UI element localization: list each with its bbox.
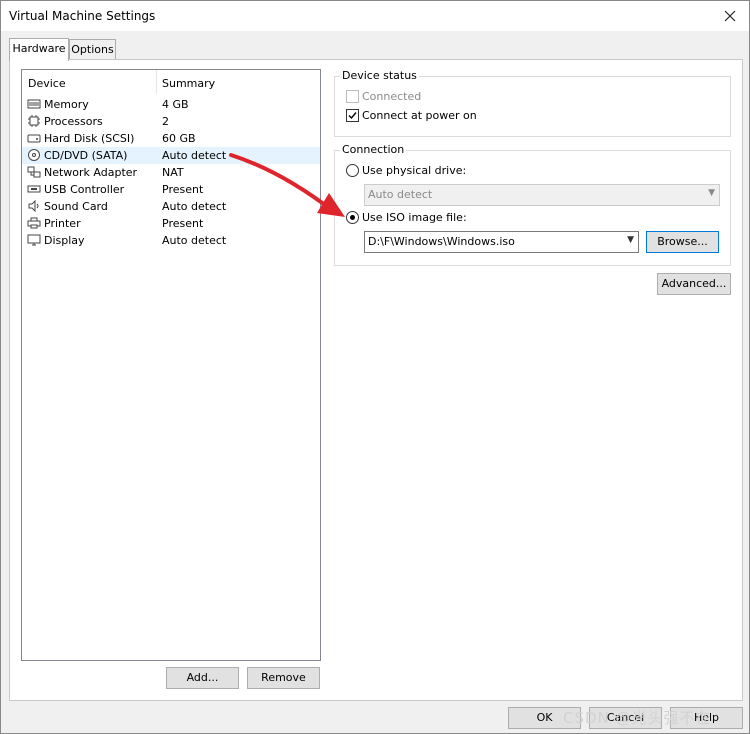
- device-name: Network Adapter: [44, 166, 138, 179]
- iso-path-input[interactable]: D:\F\Windows\Windows.iso ▼: [364, 231, 639, 253]
- title-bar: Virtual Machine Settings: [1, 1, 749, 31]
- hard-disk-icon: [27, 134, 41, 143]
- connect-at-power-on-label: Connect at power on: [362, 109, 477, 122]
- device-name: Display: [44, 234, 85, 247]
- device-name: Printer: [44, 217, 81, 230]
- column-header-summary[interactable]: Summary: [162, 77, 215, 90]
- cd-dvd-icon: [28, 149, 40, 161]
- sound-card-icon: [28, 200, 39, 212]
- connected-label: Connected: [362, 90, 422, 103]
- watermark-text: CSDN @光头强不在: [563, 709, 712, 727]
- iso-image-label: Use ISO image file:: [362, 211, 467, 224]
- device-summary: Present: [162, 183, 204, 196]
- device-name: USB Controller: [44, 183, 125, 196]
- device-name: Memory: [44, 98, 89, 111]
- physical-drive-value: Auto detect: [368, 188, 433, 201]
- device-summary: Auto detect: [162, 149, 227, 162]
- chevron-down-icon[interactable]: ▼: [627, 235, 634, 245]
- remove-device-button[interactable]: Remove: [247, 667, 320, 689]
- connected-checkbox[interactable]: [346, 90, 359, 103]
- annotation-arrow-icon: [229, 153, 345, 217]
- device-summary: Auto detect: [162, 234, 227, 247]
- tab-hardware[interactable]: Hardware: [9, 38, 69, 61]
- column-divider[interactable]: [156, 70, 157, 94]
- tab-options[interactable]: Options: [69, 39, 116, 60]
- device-list-header: Device Summary: [22, 70, 320, 96]
- device-summary: Present: [162, 217, 204, 230]
- physical-drive-select[interactable]: Auto detect ▼: [364, 184, 720, 206]
- physical-drive-label: Use physical drive:: [362, 164, 467, 177]
- device-name: Sound Card: [44, 200, 108, 213]
- add-device-button[interactable]: Add...: [166, 667, 239, 689]
- display-icon: [27, 234, 41, 246]
- device-summary: Auto detect: [162, 200, 227, 213]
- device-row-display[interactable]: Display Auto detect: [22, 232, 320, 249]
- window-title: Virtual Machine Settings: [9, 9, 156, 23]
- advanced-button[interactable]: Advanced...: [657, 273, 731, 295]
- device-row-processors[interactable]: Processors 2: [22, 113, 320, 130]
- checkmark-icon: [348, 112, 357, 120]
- device-summary: 2: [162, 115, 169, 128]
- device-row-memory[interactable]: Memory 4 GB: [22, 96, 320, 113]
- column-header-device[interactable]: Device: [28, 77, 66, 90]
- iso-path-value: D:\F\Windows\Windows.iso: [368, 235, 515, 248]
- device-status-title: Device status: [340, 69, 419, 82]
- settings-window: Virtual Machine Settings Hardware Option…: [0, 0, 750, 734]
- processor-icon: [28, 115, 40, 127]
- close-icon: [724, 10, 736, 22]
- device-summary: 4 GB: [162, 98, 189, 111]
- printer-icon: [27, 217, 41, 229]
- close-button[interactable]: [717, 5, 743, 27]
- network-adapter-icon: [27, 166, 41, 178]
- connect-at-power-on-checkbox[interactable]: [346, 109, 359, 122]
- device-status-group: [334, 76, 731, 137]
- device-summary: NAT: [162, 166, 184, 179]
- device-name: Processors: [44, 115, 103, 128]
- device-summary: 60 GB: [162, 132, 196, 145]
- memory-icon: [27, 99, 41, 109]
- usb-icon: [27, 185, 41, 193]
- device-name: Hard Disk (SCSI): [44, 132, 135, 145]
- chevron-down-icon: ▼: [708, 188, 715, 198]
- browse-button[interactable]: Browse...: [646, 231, 719, 253]
- device-name: CD/DVD (SATA): [44, 149, 128, 162]
